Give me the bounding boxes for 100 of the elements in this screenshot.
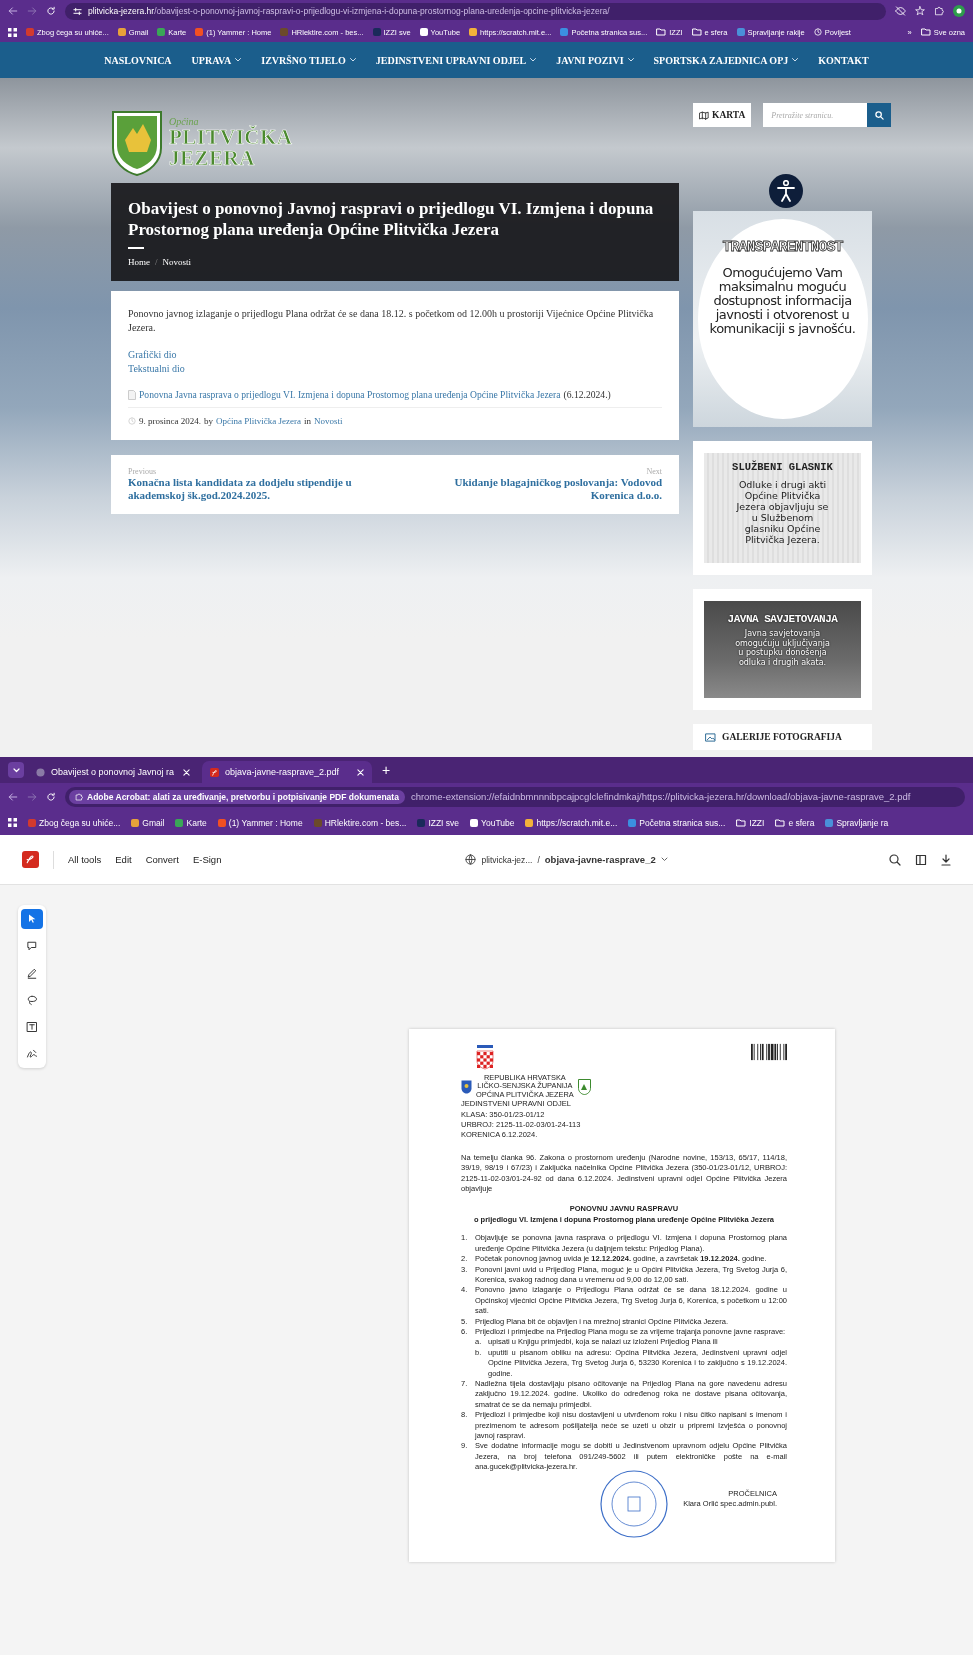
extension-icon[interactable]	[934, 6, 944, 16]
path-separator: /	[537, 854, 540, 865]
caret-icon	[530, 58, 537, 62]
logo-subtitle: Općina	[169, 116, 199, 127]
bookmark[interactable]: IZZI sve	[417, 817, 460, 828]
download-icon[interactable]	[941, 853, 951, 866]
browser-tab[interactable]: objava-javne-rasprave_2.pdf	[202, 761, 372, 783]
nav-link[interactable]: UPRAVA	[191, 54, 242, 66]
toolbar-menu-item[interactable]: All tools	[68, 854, 102, 865]
apps-grid-icon[interactable]	[8, 27, 17, 37]
document-link[interactable]: Grafički dio	[128, 348, 177, 362]
clock-icon	[128, 417, 136, 425]
nav-link[interactable]: SPORTSKA ZAJEDNICA OPJ	[653, 54, 799, 66]
category-link[interactable]: Novosti	[314, 414, 343, 428]
article-title: Obavijest o ponovnoj Javnoj raspravi o prijedlogu VI. Izmjena i dopuna Prostornog plana uređenja Općine Plitvička Jezera	[128, 198, 655, 240]
nav-link[interactable]: JAVNI POZIVI	[556, 54, 634, 66]
panel-icon[interactable]	[915, 853, 927, 866]
address-bar[interactable]: Adobe Acrobat: alati za uređivanje, pretvorbu i potpisivanje PDF dokumenata chrome-extension://efaidnbmnnnibpcajpcglclefindmkaj/https://plitvicka-jezera.hr/download/objava-javne-rasprave_2.pdf	[65, 786, 965, 807]
gazette-banner[interactable]: SLUŽBENI GLASNIK Odluke i drugi akti Općine Plitvička Jezera objavljuju se u Službenom glasniku Općine Plitvička Jezera.	[704, 453, 861, 563]
clock-icon	[813, 28, 822, 36]
url-text: chrome-extension://efaidnbmnnnibpcajpcglclefindmkaj/https://plitvicka-jezera.hr/download/objava-javne-rasprave_2.pdf	[410, 791, 911, 802]
folder-icon	[775, 818, 786, 827]
banner-heading: SLUŽBENI GLASNIK	[732, 461, 833, 473]
banner-heading: JAVNA SAVJETOVANJA	[727, 613, 838, 625]
bookmark[interactable]: IZZI	[736, 817, 765, 828]
search-button[interactable]	[867, 103, 892, 127]
close-icon[interactable]	[357, 768, 364, 776]
widget-title[interactable]: GALERIJE FOTOGRAFIJA	[722, 732, 842, 742]
image-icon	[705, 732, 716, 742]
logo-title: JEZERA	[169, 147, 256, 169]
bookmark[interactable]: https://scratch.mit.e...	[525, 817, 618, 828]
coat-of-arms-icon	[475, 1043, 495, 1070]
reload-icon[interactable]	[46, 791, 56, 802]
article-text: Ponovno javnog izlaganje o prijedlogu Plana održat će se dana 18.12. s početkom od 12.00h u prostoriji Vijećnice Općine Plitvička Jezera.	[128, 307, 655, 335]
text-box-icon	[26, 1021, 38, 1033]
pdf-icon	[210, 767, 219, 777]
file-name: objava-javne-rasprave_2	[544, 854, 656, 865]
attachment-date: (6.12.2024.)	[563, 388, 611, 402]
post-date: 9. prosinca 2024.	[139, 415, 201, 428]
category-label: in	[303, 415, 311, 428]
reload-icon[interactable]	[46, 6, 56, 16]
bookmark[interactable]: YouTube	[470, 817, 515, 828]
file-host: plitvicka-jez...	[481, 854, 533, 865]
address-bar[interactable]: plitvicka-jezera.hr/obavijest-o-ponovnoj-javnoj-raspravi-o-prijedlogu-vi-izmjena-i-dopuna-prostornog-plana-uredenja-opcine-plitvicka-jezera/	[65, 2, 886, 20]
acrobat-logo-icon[interactable]	[22, 851, 39, 868]
toolbar-menu-item[interactable]: Convert	[145, 854, 179, 865]
browser-tab[interactable]: Obavijest o ponovnoj Javnoj ra	[28, 761, 198, 783]
caret-icon	[235, 58, 242, 62]
consultation-banner[interactable]: JAVNA SAVJETOVANJA Javna savjetovanja omogućuju uključivanja u postupku donošenja odluka i drugih akata.	[704, 601, 861, 698]
new-tab-button[interactable]: +	[376, 762, 397, 778]
accessibility-button[interactable]	[769, 174, 803, 208]
banner-text: Odluke i drugi akti Općine Plitvička Jezera objavljuju se u Službenom glasniku Općine Plitvička Jezera.	[735, 479, 830, 545]
bookmark[interactable]: Početna stranica sus...	[628, 817, 726, 828]
cursor-button[interactable]	[21, 909, 43, 929]
breadcrumb-link[interactable]: Novosti	[162, 257, 192, 267]
star-icon[interactable]	[915, 6, 925, 16]
profile-avatar-icon[interactable]	[953, 5, 965, 17]
bookmark[interactable]: e sfera	[775, 817, 815, 828]
transparency-banner[interactable]: TRANSPARENTNOST Omogućujemo Vam maksimalnu moguću dostupnost informacija javnosti i otvorenost u komunikaciji s javnošću.	[693, 211, 872, 427]
bookmark[interactable]: Karte	[175, 817, 207, 828]
logo-title: PLITVIČKA	[169, 126, 293, 148]
bookmark[interactable]: Zbog čega su uhiće...	[28, 817, 121, 828]
bookmark[interactable]: (1) Yammer : Home	[217, 817, 303, 828]
search-icon[interactable]	[889, 853, 901, 866]
close-icon[interactable]	[183, 768, 190, 776]
signature-icon	[26, 1048, 38, 1060]
nav-link[interactable]: JEDINSTVENI UPRAVNI ODJEL	[375, 54, 537, 66]
post-nav-label: Previous	[128, 467, 157, 476]
breadcrumb-link[interactable]: Home	[128, 257, 150, 267]
tab-search-button[interactable]	[8, 762, 24, 778]
back-icon[interactable]	[8, 791, 18, 802]
apps-grid-icon[interactable]	[8, 818, 17, 827]
pen-icon	[26, 967, 38, 979]
extension-chip[interactable]: Adobe Acrobat: alati za uređivanje, pretvorbu i potpisivanje PDF dokumenata	[69, 789, 405, 804]
author-link[interactable]: Općina Plitvička Jezera	[216, 414, 301, 428]
folder-icon	[691, 28, 702, 36]
post-nav-link[interactable]: Konačna lista kandidata za dodjelu stipendije u akademskoj šk.god.2024.2025.	[128, 476, 368, 502]
toolbar-menu-item[interactable]: E-Sign	[192, 854, 222, 865]
extension-icon	[75, 792, 83, 801]
map-button[interactable]: KARTA	[693, 103, 752, 127]
bookmark[interactable]: Spravljanje ra	[825, 817, 889, 828]
nav-link[interactable]: IZVRŠNO TIJELO	[261, 54, 356, 66]
nav-link[interactable]: NASLOVNICA	[104, 54, 172, 66]
folder-icon	[920, 28, 931, 36]
banner-text: Omogućujemo Vam maksimalnu moguću dostupnost informacija javnosti i otvorenost u komunikaciji s javnošću.	[708, 266, 857, 336]
toolbar-menu-item[interactable]: Edit	[115, 854, 132, 865]
folder-icon	[656, 28, 667, 36]
speech-bubble-icon	[26, 940, 38, 952]
document-link[interactable]: Tekstualni dio	[128, 362, 185, 376]
caret-icon	[349, 58, 356, 62]
back-icon[interactable]	[8, 6, 18, 16]
eye-off-icon[interactable]	[895, 6, 906, 16]
bookmark[interactable]: HRlektire.com - bes...	[313, 817, 407, 828]
nav-link[interactable]: KONTAKT	[818, 54, 869, 66]
bookmark[interactable]: Gmail	[131, 817, 165, 828]
caret-icon[interactable]	[660, 857, 668, 862]
attachment-link[interactable]: Ponovna Javna rasprava o prijedlogu VI. Izmjena i dopuna Prostornog plana uređenja Općine Plitvička Jezera	[139, 388, 561, 402]
breadcrumb-separator: /	[155, 257, 158, 267]
post-nav-link[interactable]: Ukidanje blagajničkog poslovanja: Vodovod Korenica d.o.o.	[422, 476, 662, 502]
search-field[interactable]: Pretražite stranicu.	[763, 103, 868, 127]
